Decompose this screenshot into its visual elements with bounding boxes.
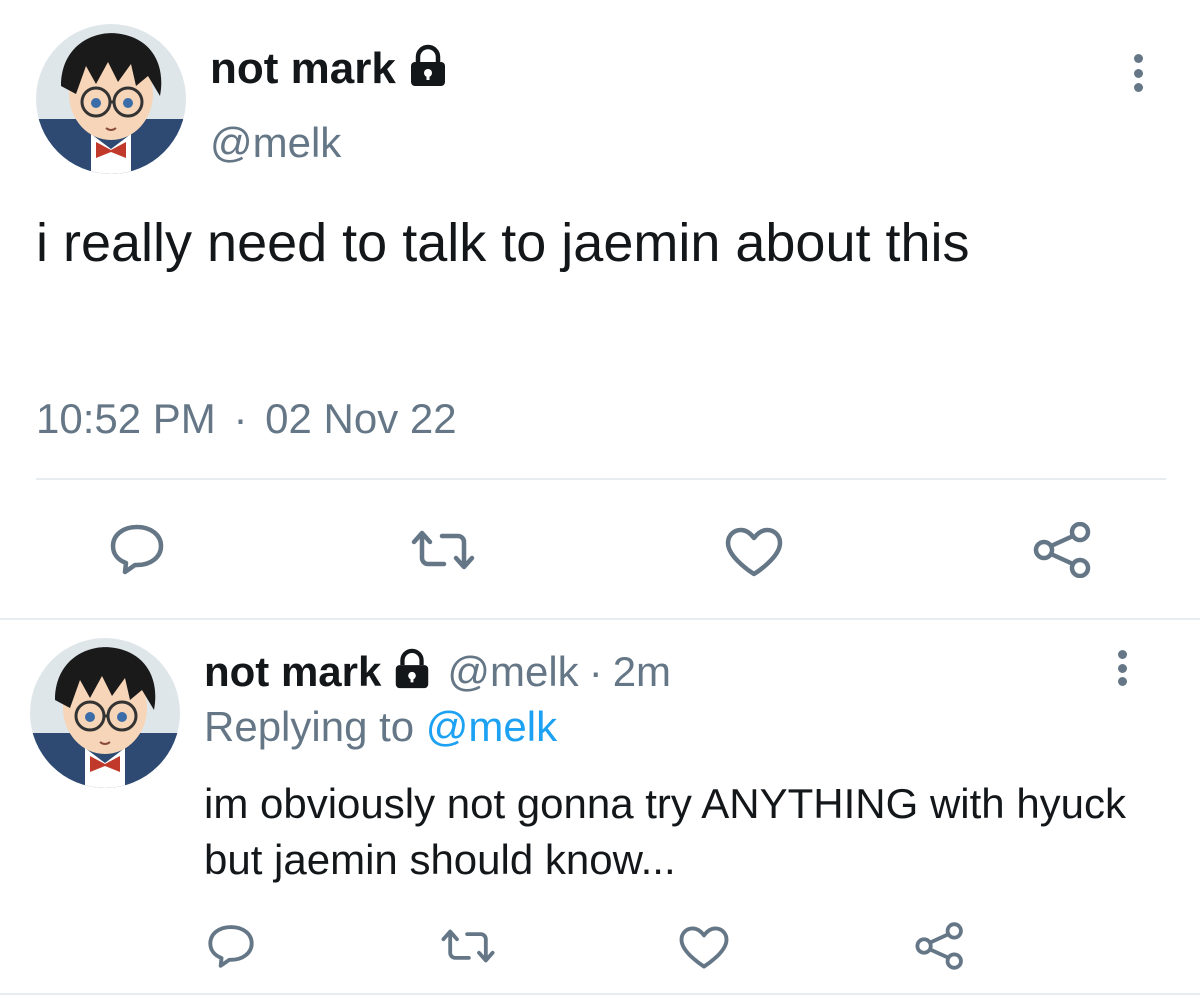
retweet-icon[interactable] [410,528,476,577]
user-handle[interactable]: @melk [210,122,341,164]
retweet-icon[interactable] [440,927,496,970]
replying-to-link[interactable]: @melk [426,703,557,750]
reply-avatar[interactable] [30,638,180,788]
more-options-icon[interactable] [1132,54,1144,92]
reply-dot: · [588,647,603,695]
divider [36,478,1166,480]
share-icon[interactable] [914,922,966,975]
lock-icon [406,44,450,93]
share-icon[interactable] [1032,521,1094,583]
replying-prefix: Replying to [204,703,415,750]
like-icon[interactable] [678,925,730,975]
tweet-timestamp: 10:52 PM · 02 Nov 22 [36,398,457,440]
author-header: not mark [210,44,450,93]
reply-display-name[interactable]: not mark [204,650,381,693]
tweet-time: 10:52 PM [36,395,216,442]
tweet-text: i really need to talk to jaemin about th… [36,213,970,273]
reply-time: 2m [612,647,672,695]
like-icon[interactable] [724,526,784,583]
tweet-date: 02 Nov 22 [265,395,457,442]
reply-icon[interactable] [108,522,166,581]
meta-separator: · [233,395,248,442]
display-name[interactable]: not mark [210,46,396,91]
reply-handle[interactable]: @melk [447,650,578,693]
section-divider [0,618,1200,620]
reply-header: not mark @melk · 2m [204,648,671,695]
avatar[interactable] [36,24,186,174]
reply-more-options-icon[interactable] [1116,650,1128,686]
replying-to: Replying to @melk [204,706,557,748]
reply-icon[interactable] [206,922,256,975]
lock-icon [391,648,433,695]
reply-text: im obviously not gonna try ANYTHING with… [204,780,1127,883]
bottom-divider [0,993,1200,995]
